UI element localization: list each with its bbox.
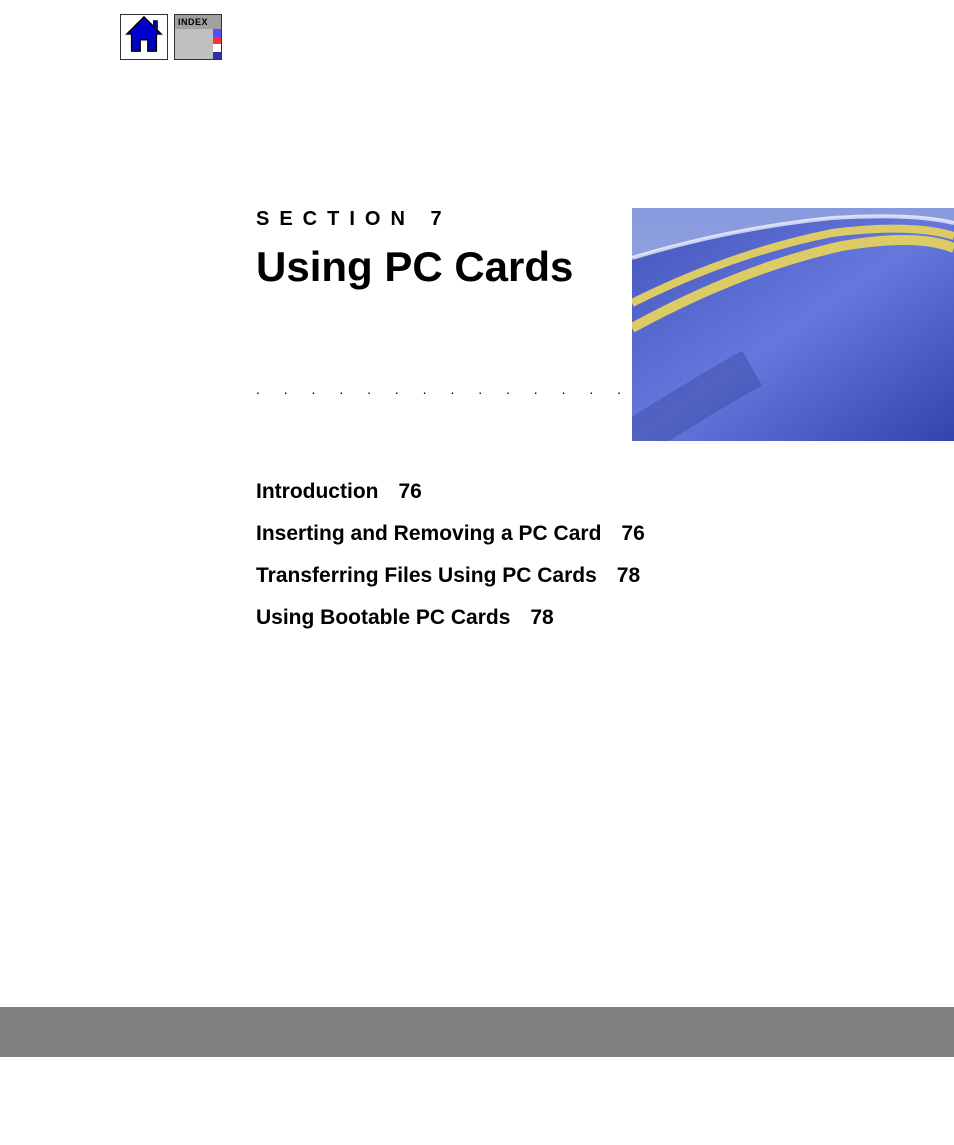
toc-entry[interactable]: Inserting and Removing a PC Card 76 [256, 522, 645, 546]
toolbar: INDEX [120, 14, 222, 60]
table-of-contents: Introduction 76 Inserting and Removing a… [256, 480, 645, 648]
toc-entry-title: Inserting and Removing a PC Card [256, 522, 601, 546]
toc-entry-title: Using Bootable PC Cards [256, 606, 510, 630]
index-button[interactable]: INDEX [174, 14, 222, 60]
toc-entry-title: Introduction [256, 480, 378, 504]
toc-entry[interactable]: Using Bootable PC Cards 78 [256, 606, 645, 630]
home-icon [123, 15, 165, 60]
toc-entry[interactable]: Introduction 76 [256, 480, 645, 504]
toc-entry-page: 78 [530, 606, 553, 630]
toc-entry[interactable]: Transferring Files Using PC Cards 78 [256, 564, 645, 588]
toc-entry-title: Transferring Files Using PC Cards [256, 564, 597, 588]
index-icon-label: INDEX [175, 15, 221, 29]
toc-entry-page: 76 [398, 480, 421, 504]
footer-bar [0, 1007, 954, 1057]
home-button[interactable] [120, 14, 168, 60]
hero-image [632, 208, 954, 441]
toc-entry-page: 78 [617, 564, 640, 588]
divider-dots: . . . . . . . . . . . . . . . . . . . . … [256, 381, 636, 397]
toc-entry-page: 76 [621, 522, 644, 546]
index-tabs-icon [213, 29, 221, 59]
